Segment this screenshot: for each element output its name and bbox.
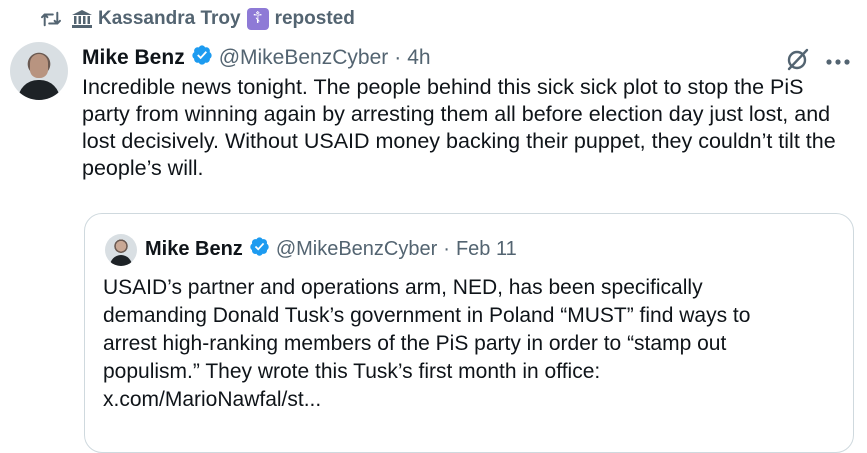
separator: · — [394, 46, 402, 69]
repost-context: Kassandra Troy ☦ reposted — [40, 8, 355, 30]
reposter-name[interactable]: Kassandra Troy — [98, 8, 241, 30]
tweet-header: Mike Benz @MikeBenzCyber · 4h — [82, 44, 431, 72]
quoted-author-handle[interactable]: @MikeBenzCyber — [276, 238, 437, 261]
verified-badge-icon[interactable] — [191, 44, 213, 72]
quoted-tweet[interactable]: Mike Benz @MikeBenzCyber · Feb 11 USAID’… — [84, 213, 854, 453]
separator: · — [443, 238, 450, 260]
quoted-text-line: populism.” They wrote this Tusk’s first … — [103, 360, 601, 383]
quoted-author-name[interactable]: Mike Benz — [145, 238, 243, 261]
repost-icon — [40, 10, 62, 28]
quoted-text: USAID’s partner and operations arm, NED,… — [103, 274, 843, 414]
reposter-link[interactable]: Kassandra Troy ☦ reposted — [72, 8, 355, 30]
timestamp[interactable]: 4h — [407, 46, 430, 70]
orthodox-cross-icon: ☦ — [246, 8, 269, 30]
quoted-link[interactable]: x.com/MarioNawfal/st... — [103, 386, 843, 414]
quoted-avatar[interactable] — [105, 234, 137, 266]
author-handle[interactable]: @MikeBenzCyber — [219, 46, 389, 70]
quoted-text-line: USAID’s partner and operations arm, NED,… — [103, 276, 703, 299]
quoted-header: Mike Benz @MikeBenzCyber · Feb 11 — [145, 236, 517, 263]
more-icon[interactable] — [825, 53, 851, 71]
tweet-actions — [785, 46, 851, 77]
author-name[interactable]: Mike Benz — [82, 46, 185, 70]
quoted-timestamp[interactable]: Feb 11 — [456, 238, 517, 261]
repost-label: reposted — [274, 8, 355, 29]
quoted-text-line: demanding Donald Tusk’s government in Po… — [103, 304, 751, 327]
grok-icon[interactable] — [785, 46, 811, 77]
tweet-text: Incredible news tonight. The people behi… — [82, 75, 836, 180]
avatar[interactable] — [10, 42, 68, 100]
building-icon — [72, 10, 92, 28]
verified-badge-icon[interactable] — [249, 236, 270, 263]
quoted-text-line: arrest high-ranking members of the PiS p… — [103, 332, 727, 355]
